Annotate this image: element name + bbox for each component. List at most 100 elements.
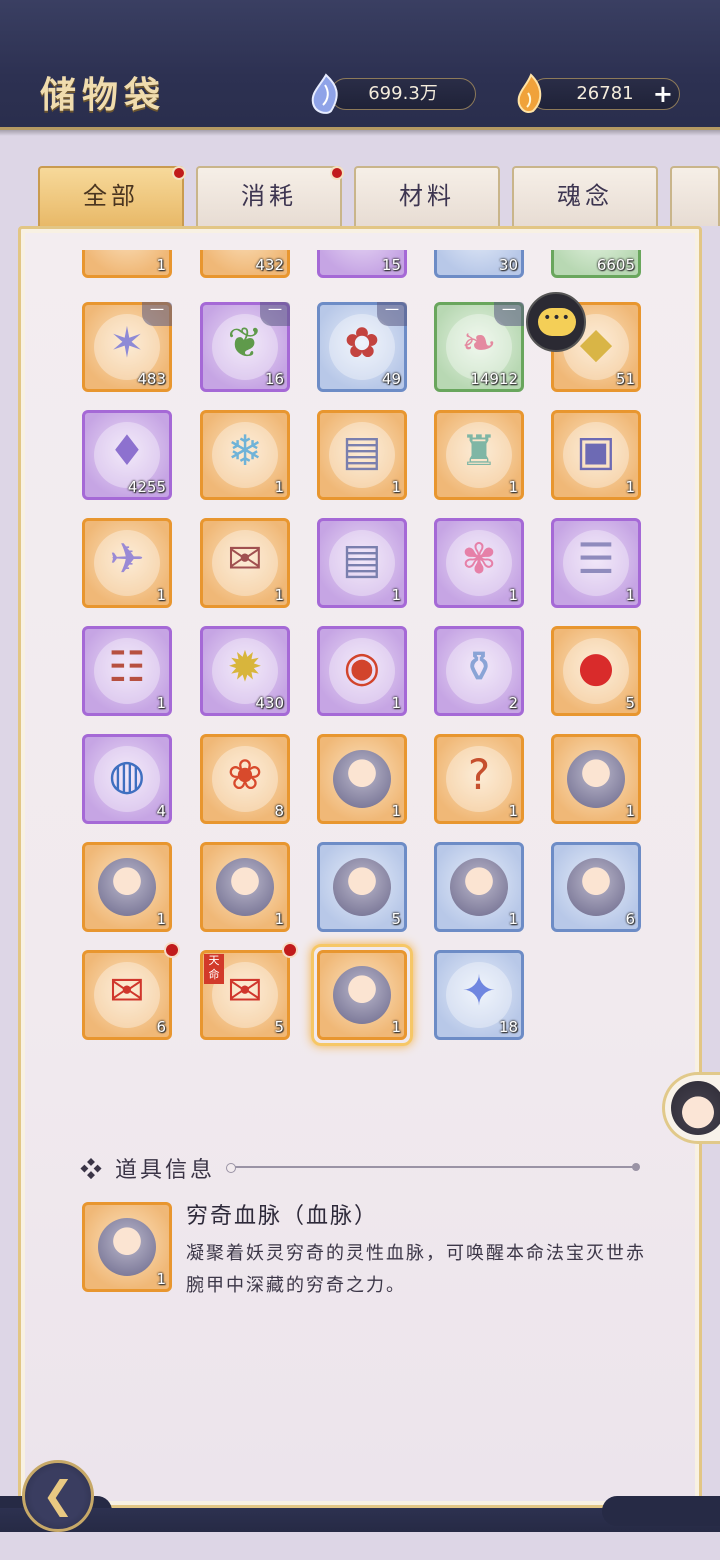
inventory-slot[interactable]: ✦ 18 [434,950,524,1040]
bloodline-portrait-icon [98,1218,156,1276]
character-portrait-icon [333,966,391,1024]
slot-count: 18 [498,1018,518,1036]
slot-count: 5 [391,910,401,928]
inventory-slot[interactable]: ✶ 一 483 [82,302,172,392]
ice-shards-icon: ❄ [227,426,263,475]
inventory-slot[interactable]: ▤ 1 [317,518,407,608]
inventory-slot[interactable]: ⚱ 2 [434,626,524,716]
back-button[interactable]: ❮ [22,1460,94,1532]
slot-count: 1 [625,802,635,820]
tab-consumables[interactable]: 消耗 [196,166,344,226]
slot-corner-mark: 一 [494,302,524,326]
inventory-slot[interactable]: 1 [317,734,407,824]
inventory-slot[interactable]: ✈ 1 [82,518,172,608]
slot-count: 1 [508,910,518,928]
item-grid[interactable]: 1 432 15 30 6605 ✶ 一 483 ❦ 一 16 ✿ 一 49 ❧ 一 14912 ◆ 51 ♦ 4255… [60,250,660,1060]
inventory-slot[interactable]: ❦ 一 16 [200,302,290,392]
inventory-slot[interactable]: ✉ 6 [82,942,180,1040]
new-item-badge [282,942,298,958]
talisman-paper-icon: ▤ [342,534,382,583]
tab-soul-thoughts[interactable]: 魂念 [512,166,658,226]
inventory-slot[interactable]: ☰ 1 [551,518,641,608]
slot-count: 6 [625,910,635,928]
tab-all-label: 全部 [83,182,139,210]
red-scroll-icon: ☷ [108,642,146,691]
chat-bubble-icon [538,308,576,336]
inventory-slot[interactable]: ● 5 [551,626,641,716]
slot-count: 49 [381,370,401,388]
character-portrait-icon [216,858,274,916]
slot-count: 1 [391,478,401,496]
tab-soul-thoughts-label: 魂念 [557,182,613,210]
inventory-slot[interactable]: ▤ 1 [317,410,407,500]
flame-jade-amount: 26781 [576,83,634,104]
inventory-slot[interactable]: ✹ 430 [200,626,290,716]
chat-button[interactable] [526,292,586,352]
fate-tag: 天命 [204,954,224,984]
top-header: 储物袋 699.3万 26781 + [0,0,720,136]
inventory-slot[interactable]: 1 [82,842,172,932]
inventory-slot[interactable]: 15 [317,250,407,278]
slot-count: 1 [391,1018,401,1036]
character-portrait-icon [567,750,625,808]
inventory-slot[interactable]: 1 [82,250,172,278]
slot-count: 1 [508,802,518,820]
inventory-slot[interactable]: 1 [434,842,524,932]
inventory-slot[interactable]: ☷ 1 [82,626,172,716]
spirit-stone-currency[interactable]: 699.3万 [311,73,476,114]
flame-jade-currency[interactable]: 26781 + [517,73,680,113]
character-portrait-icon [333,750,391,808]
inventory-slot[interactable]: ✾ 1 [434,518,524,608]
slot-frame [317,950,407,1040]
spirit-stone-amount: 699.3万 [368,83,438,104]
slot-count: 1 [274,910,284,928]
slot-count: 5 [274,1018,284,1036]
tab-all[interactable]: 全部 [38,166,186,226]
inventory-slot[interactable]: 1 [200,842,290,932]
inventory-slot[interactable]: 1 [551,734,641,824]
inventory-slot[interactable]: ♦ 4255 [82,410,172,500]
inventory-slot[interactable]: 5 [317,842,407,932]
spirit-stone-icon [311,73,338,114]
flame-jade-icon [517,73,542,113]
tab-consumables-label: 消耗 [241,182,297,210]
bottom-bar: ❮ [0,1460,720,1560]
inventory-slot[interactable]: 6 [551,842,641,932]
blue-gauntlet-icon: ✦ [461,966,497,1015]
inventory-slot[interactable]: ✉ 天命 5 [200,942,298,1040]
violet-crystal-icon: ♦ [108,426,146,475]
item-description: 凝聚着妖灵穷奇的灵性血脉，可唤醒本命法宝灭世赤腕甲中深藏的穷奇之力。 [186,1243,646,1296]
inventory-slot[interactable]: ✿ 一 49 [317,302,407,392]
slot-count: 16 [264,370,284,388]
slot-count: 1 [391,802,401,820]
inventory-slot[interactable]: 432 [200,250,290,278]
companion-avatar [671,1081,720,1135]
inventory-slot[interactable]: ▣ 1 [551,410,641,500]
new-item-badge [164,942,180,958]
tab-consumables-badge [330,166,344,180]
inventory-slot[interactable]: 1 [311,944,413,1046]
inventory-slot[interactable]: 6605 [551,250,641,278]
slot-count: 1 [156,694,166,712]
item-info-heading: ❖ 道具信息 [80,1158,215,1183]
slot-corner-mark: 一 [260,302,290,326]
slot-count: 1 [625,586,635,604]
inventory-slot[interactable]: ✉ 1 [200,518,290,608]
tab-materials-label: 材料 [399,182,455,210]
tab-materials[interactable]: 材料 [354,166,500,226]
slot-count: 432 [255,256,284,274]
add-currency-button[interactable]: + [653,81,673,107]
inventory-slot[interactable]: ◍ 4 [82,734,172,824]
slot-count: 1 [391,586,401,604]
inventory-slot[interactable]: ◉ 1 [317,626,407,716]
inventory-slot[interactable]: ♜ 1 [434,410,524,500]
tab-more[interactable] [670,166,720,226]
slot-count: 6605 [596,256,635,274]
slot-count: 1 [508,586,518,604]
inventory-slot[interactable]: ❄ 1 [200,410,290,500]
inventory-slot[interactable]: ? 1 [434,734,524,824]
inventory-slot[interactable]: ❀ 8 [200,734,290,824]
slot-count: 1 [625,478,635,496]
inventory-slot[interactable]: ❧ 一 14912 [434,302,524,392]
inventory-slot[interactable]: 30 [434,250,524,278]
